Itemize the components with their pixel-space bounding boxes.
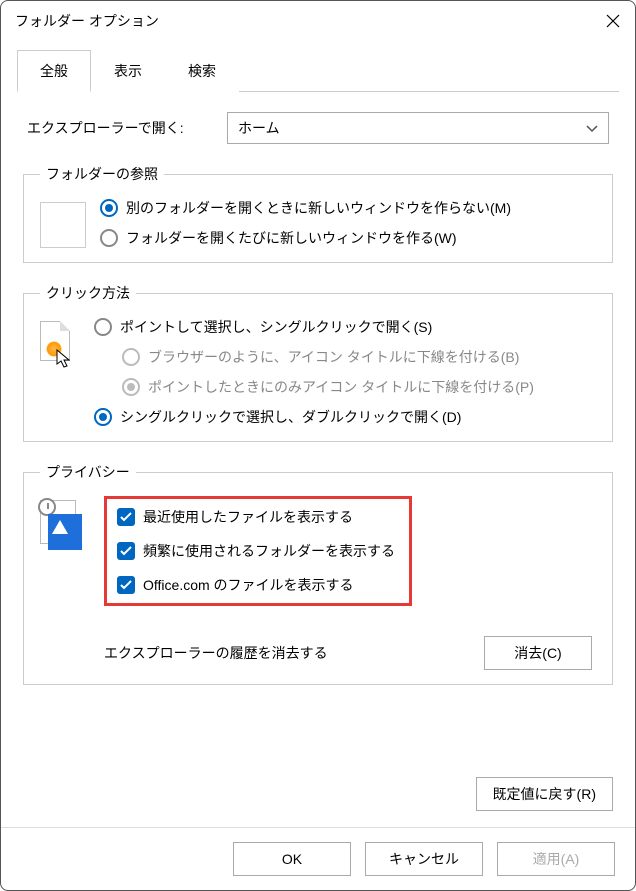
clear-history-label: エクスプローラーの履歴を消去する — [104, 643, 328, 663]
browse-new-window-radio[interactable]: フォルダーを開くたびに新しいウィンドウを作る(W) — [100, 228, 596, 248]
folder-icon — [40, 202, 86, 248]
single-click-label: ポイントして選択し、シングルクリックで開く(S) — [120, 317, 432, 337]
open-with-value: ホーム — [238, 118, 280, 138]
tab-bar: 全般 表示 検索 — [17, 49, 619, 92]
click-method-group: クリック方法 ポイントして選択し、シングルクリックで開く(S) ブラウザーのよう… — [23, 283, 613, 442]
show-frequent-label: 頻繁に使用されるフォルダーを表示する — [143, 541, 395, 561]
radio-icon — [100, 229, 118, 247]
show-frequent-checkbox[interactable]: 頻繁に使用されるフォルダーを表示する — [117, 541, 399, 561]
chevron-down-icon — [586, 120, 598, 136]
radio-icon — [94, 408, 112, 426]
clear-history-row: エクスプローラーの履歴を消去する 消去(C) — [104, 636, 596, 670]
radio-icon — [94, 318, 112, 336]
radio-icon — [122, 348, 140, 366]
browse-new-label: フォルダーを開くたびに新しいウィンドウを作る(W) — [126, 228, 457, 248]
dialog-footer: OK キャンセル 適用(A) — [1, 827, 635, 890]
checkbox-icon — [117, 508, 135, 526]
radio-icon — [100, 199, 118, 217]
apply-button: 適用(A) — [497, 842, 615, 876]
show-office-label: Office.com のファイルを表示する — [143, 575, 354, 595]
privacy-legend: プライバシー — [40, 462, 136, 482]
titlebar: フォルダー オプション — [1, 1, 635, 41]
close-button[interactable] — [605, 13, 621, 29]
cursor-icon — [40, 321, 80, 371]
privacy-icon — [40, 500, 90, 550]
underline-point-label: ポイントしたときにのみアイコン タイトルに下線を付ける(P) — [148, 377, 534, 397]
underline-browser-label: ブラウザーのように、アイコン タイトルに下線を付ける(B) — [148, 347, 519, 367]
double-click-label: シングルクリックで選択し、ダブルクリックで開く(D) — [120, 407, 461, 427]
double-click-radio[interactable]: シングルクリックで選択し、ダブルクリックで開く(D) — [94, 407, 596, 427]
tab-search[interactable]: 検索 — [165, 50, 239, 92]
content-area: 全般 表示 検索 エクスプローラーで開く: ホーム フォルダーの参照 別のフォル… — [1, 41, 635, 827]
open-with-combobox[interactable]: ホーム — [227, 112, 609, 144]
window-title: フォルダー オプション — [15, 11, 159, 31]
click-legend: クリック方法 — [40, 283, 136, 303]
open-with-label: エクスプローラーで開く: — [27, 118, 207, 138]
privacy-group: プライバシー 最近使用したファイルを表示する 頻繁 — [23, 462, 613, 685]
checkbox-icon — [117, 576, 135, 594]
show-recent-checkbox[interactable]: 最近使用したファイルを表示する — [117, 507, 399, 527]
open-with-row: エクスプローラーで開く: ホーム — [27, 112, 609, 144]
checkbox-icon — [117, 542, 135, 560]
ok-button[interactable]: OK — [233, 842, 351, 876]
single-click-radio[interactable]: ポイントして選択し、シングルクリックで開く(S) — [94, 317, 596, 337]
browse-legend: フォルダーの参照 — [40, 164, 164, 184]
cancel-button[interactable]: キャンセル — [365, 842, 483, 876]
tab-general[interactable]: 全般 — [17, 50, 91, 92]
highlight-box: 最近使用したファイルを表示する 頻繁に使用されるフォルダーを表示する Offic… — [104, 496, 412, 606]
browse-same-window-radio[interactable]: 別のフォルダーを開くときに新しいウィンドウを作らない(M) — [100, 198, 596, 218]
browse-folders-group: フォルダーの参照 別のフォルダーを開くときに新しいウィンドウを作らない(M) フ… — [23, 164, 613, 263]
show-recent-label: 最近使用したファイルを表示する — [143, 507, 353, 527]
clear-button[interactable]: 消去(C) — [484, 636, 592, 670]
browse-same-label: 別のフォルダーを開くときに新しいウィンドウを作らない(M) — [126, 198, 511, 218]
tab-view[interactable]: 表示 — [91, 50, 165, 92]
underline-browser-radio: ブラウザーのように、アイコン タイトルに下線を付ける(B) — [122, 347, 596, 367]
restore-row: 既定値に戻す(R) — [23, 777, 613, 811]
show-office-checkbox[interactable]: Office.com のファイルを表示する — [117, 575, 399, 595]
underline-point-radio: ポイントしたときにのみアイコン タイトルに下線を付ける(P) — [122, 377, 596, 397]
radio-icon — [122, 378, 140, 396]
folder-options-dialog: フォルダー オプション 全般 表示 検索 エクスプローラーで開く: ホーム フォ… — [0, 0, 636, 891]
restore-defaults-button[interactable]: 既定値に戻す(R) — [476, 777, 613, 811]
